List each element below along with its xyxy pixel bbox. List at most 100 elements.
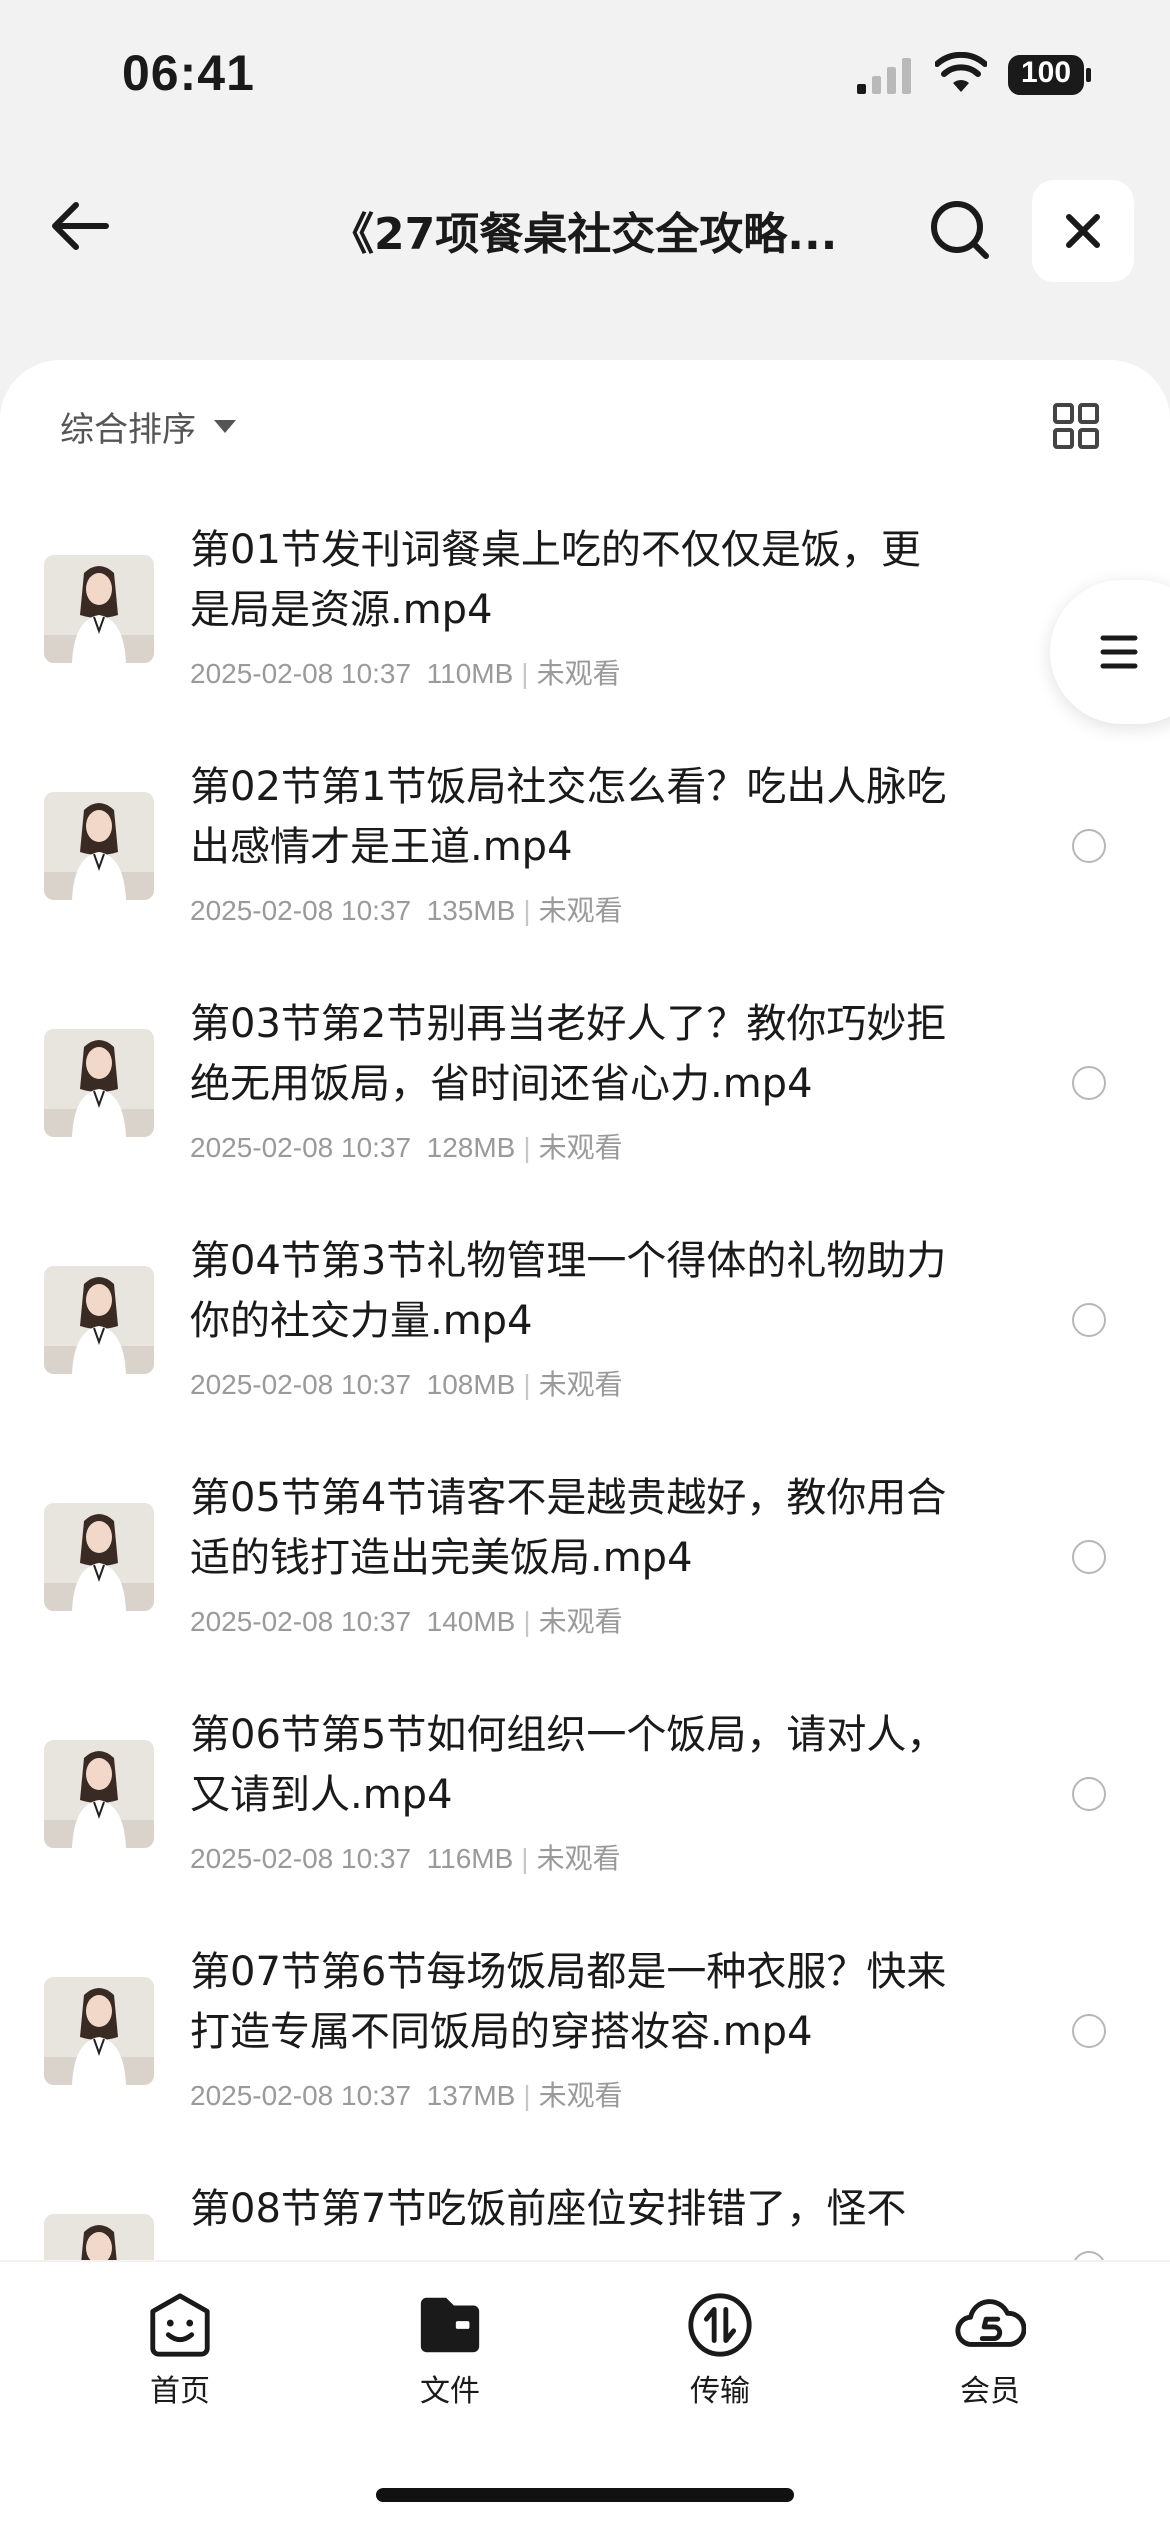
file-list-item[interactable]: 第07节第6节每场饭局都是一种衣服？快来打造专属不同饭局的穿搭妆容.mp4 20… [0,1942,1170,2179]
select-checkbox[interactable] [1072,1777,1106,1811]
video-thumbnail [44,792,154,900]
file-date: 2025-02-08 10:37 [190,658,412,689]
file-list-item[interactable]: 第03节第2节别再当老好人了？教你巧妙拒绝无用饭局，省时间还省心力.mp4 20… [0,994,1170,1231]
file-size: 140MB [426,1606,516,1637]
vip-cloud-icon [955,2299,1026,2347]
file-list-item[interactable]: 第06节第5节如何组织一个饭局，请对人，又请到人.mp4 2025-02-08 … [0,1705,1170,1942]
video-thumbnail [44,1266,154,1374]
file-title: 第01节发刊词餐桌上吃的不仅仅是饭，更是局是资源.mp4 [190,527,921,633]
file-title: 第02节第1节饭局社交怎么看？吃出人脉吃出感情才是王道.mp4 [190,764,947,870]
video-thumbnail [44,555,154,663]
tab-vip[interactable]: 会员 [920,2290,1060,2410]
meta-divider: | [521,658,529,689]
meta-divider: | [523,2080,531,2111]
file-list-item[interactable]: 第08节第7节吃饭前座位安排错了，怪不 [0,2179,1170,2260]
file-meta: 2025-02-08 10:37 135MB | 未观看 [190,889,623,929]
home-indicator [376,2488,794,2502]
arrow-left-icon [52,202,109,250]
file-meta: 2025-02-08 10:37 116MB | 未观看 [190,1837,621,1877]
file-list-panel: 综合排序 第01节发刊词餐桌上吃的不仅仅是饭，更是局是资源.mp4 2025-0… [0,360,1170,2260]
sort-dropdown[interactable]: 综合排序 [60,402,236,451]
file-size: 108MB [426,1369,516,1400]
video-thumbnail [44,1740,154,1848]
file-size: 135MB [426,895,516,926]
meta-divider: | [523,1369,531,1400]
home-face-icon [150,2293,210,2357]
video-thumbnail [44,1029,154,1137]
file-title: 第08节第7节吃饭前座位安排错了，怪不 [190,2186,907,2232]
battery-level: 100 [1020,56,1072,89]
meta-divider: | [523,1132,531,1163]
video-thumbnail [44,2214,154,2260]
file-date: 2025-02-08 10:37 [190,1606,412,1637]
file-meta: 2025-02-08 10:37 108MB | 未观看 [190,1363,623,1403]
tab-files[interactable]: 文件 [380,2290,520,2410]
select-checkbox[interactable] [1072,2251,1106,2260]
folder-icon [420,2297,480,2353]
video-thumbnail [44,1977,154,2085]
file-date: 2025-02-08 10:37 [190,895,412,926]
back-button[interactable] [44,190,116,262]
close-button[interactable] [1032,180,1134,282]
file-list-item[interactable]: 第04节第3节礼物管理一个得体的礼物助力你的社交力量.mp4 2025-02-0… [0,1231,1170,1468]
sort-label: 综合排序 [60,410,196,450]
select-checkbox[interactable] [1072,1066,1106,1100]
file-title: 第04节第3节礼物管理一个得体的礼物助力你的社交力量.mp4 [190,1238,947,1344]
meta-divider: | [523,1606,531,1637]
select-checkbox[interactable] [1072,1540,1106,1574]
file-list: 第01节发刊词餐桌上吃的不仅仅是饭，更是局是资源.mp4 2025-02-08 … [0,520,1170,2260]
file-watch-status: 未观看 [538,1606,623,1637]
caret-down-icon [214,420,236,433]
close-icon [1066,214,1100,248]
file-size: 116MB [426,1843,514,1874]
file-watch-status: 未观看 [538,2080,623,2111]
file-watch-status: 未观看 [536,1843,621,1874]
select-checkbox[interactable] [1072,1303,1106,1337]
tab-home[interactable]: 首页 [110,2290,250,2410]
file-meta: 2025-02-08 10:37 110MB | 未观看 [190,652,621,692]
battery-icon: 100 [1007,54,1093,96]
meta-divider: | [523,895,531,926]
file-size: 110MB [426,658,514,689]
file-date: 2025-02-08 10:37 [190,1369,412,1400]
file-list-item[interactable]: 第02节第1节饭局社交怎么看？吃出人脉吃出感情才是王道.mp4 2025-02-… [0,757,1170,994]
page-title: 《27项餐桌社交全攻略... [330,209,838,260]
file-title: 第07节第6节每场饭局都是一种衣服？快来打造专属不同饭局的穿搭妆容.mp4 [190,1949,947,2055]
file-date: 2025-02-08 10:37 [190,1132,412,1163]
select-checkbox[interactable] [1072,829,1106,863]
tab-home-label: 首页 [150,2374,210,2409]
file-list-item[interactable]: 第01节发刊词餐桌上吃的不仅仅是饭，更是局是资源.mp4 2025-02-08 … [0,520,1170,757]
grid-view-icon[interactable] [1052,402,1100,450]
tab-vip-label: 会员 [960,2374,1020,2409]
file-meta: 2025-02-08 10:37 128MB | 未观看 [190,1126,623,1166]
file-meta: 2025-02-08 10:37 140MB | 未观看 [190,1600,623,1640]
file-date: 2025-02-08 10:37 [190,2080,412,2111]
file-watch-status: 未观看 [536,658,621,689]
status-bar: 06:41 100 [0,0,1170,150]
cellular-signal-icon [857,58,911,94]
menu-icon [1100,635,1138,669]
nav-bar: 《27项餐桌社交全攻略... [0,170,1170,290]
tab-transfer-label: 传输 [690,2374,750,2409]
file-size: 137MB [426,2080,516,2111]
file-title: 第06节第5节如何组织一个饭局，请对人，又请到人.mp4 [190,1712,947,1818]
search-button[interactable] [920,190,1000,270]
file-watch-status: 未观看 [538,895,623,926]
tab-transfer[interactable]: 传输 [650,2290,790,2410]
file-watch-status: 未观看 [538,1132,623,1163]
file-date: 2025-02-08 10:37 [190,1843,412,1874]
file-title: 第03节第2节别再当老好人了？教你巧妙拒绝无用饭局，省时间还省心力.mp4 [190,1001,947,1107]
file-watch-status: 未观看 [538,1369,623,1400]
video-thumbnail [44,1503,154,1611]
wifi-icon [935,52,987,92]
file-size: 128MB [426,1132,516,1163]
tab-files-label: 文件 [420,2374,480,2409]
meta-divider: | [521,1843,529,1874]
file-list-item[interactable]: 第05节第4节请客不是越贵越好，教你用合适的钱打造出完美饭局.mp4 2025-… [0,1468,1170,1705]
search-icon [931,201,989,259]
file-meta: 2025-02-08 10:37 137MB | 未观看 [190,2074,623,2114]
file-title: 第05节第4节请客不是越贵越好，教你用合适的钱打造出完美饭局.mp4 [190,1475,947,1581]
transfer-icon [688,2293,752,2357]
status-time: 06:41 [122,45,255,101]
select-checkbox[interactable] [1072,2014,1106,2048]
